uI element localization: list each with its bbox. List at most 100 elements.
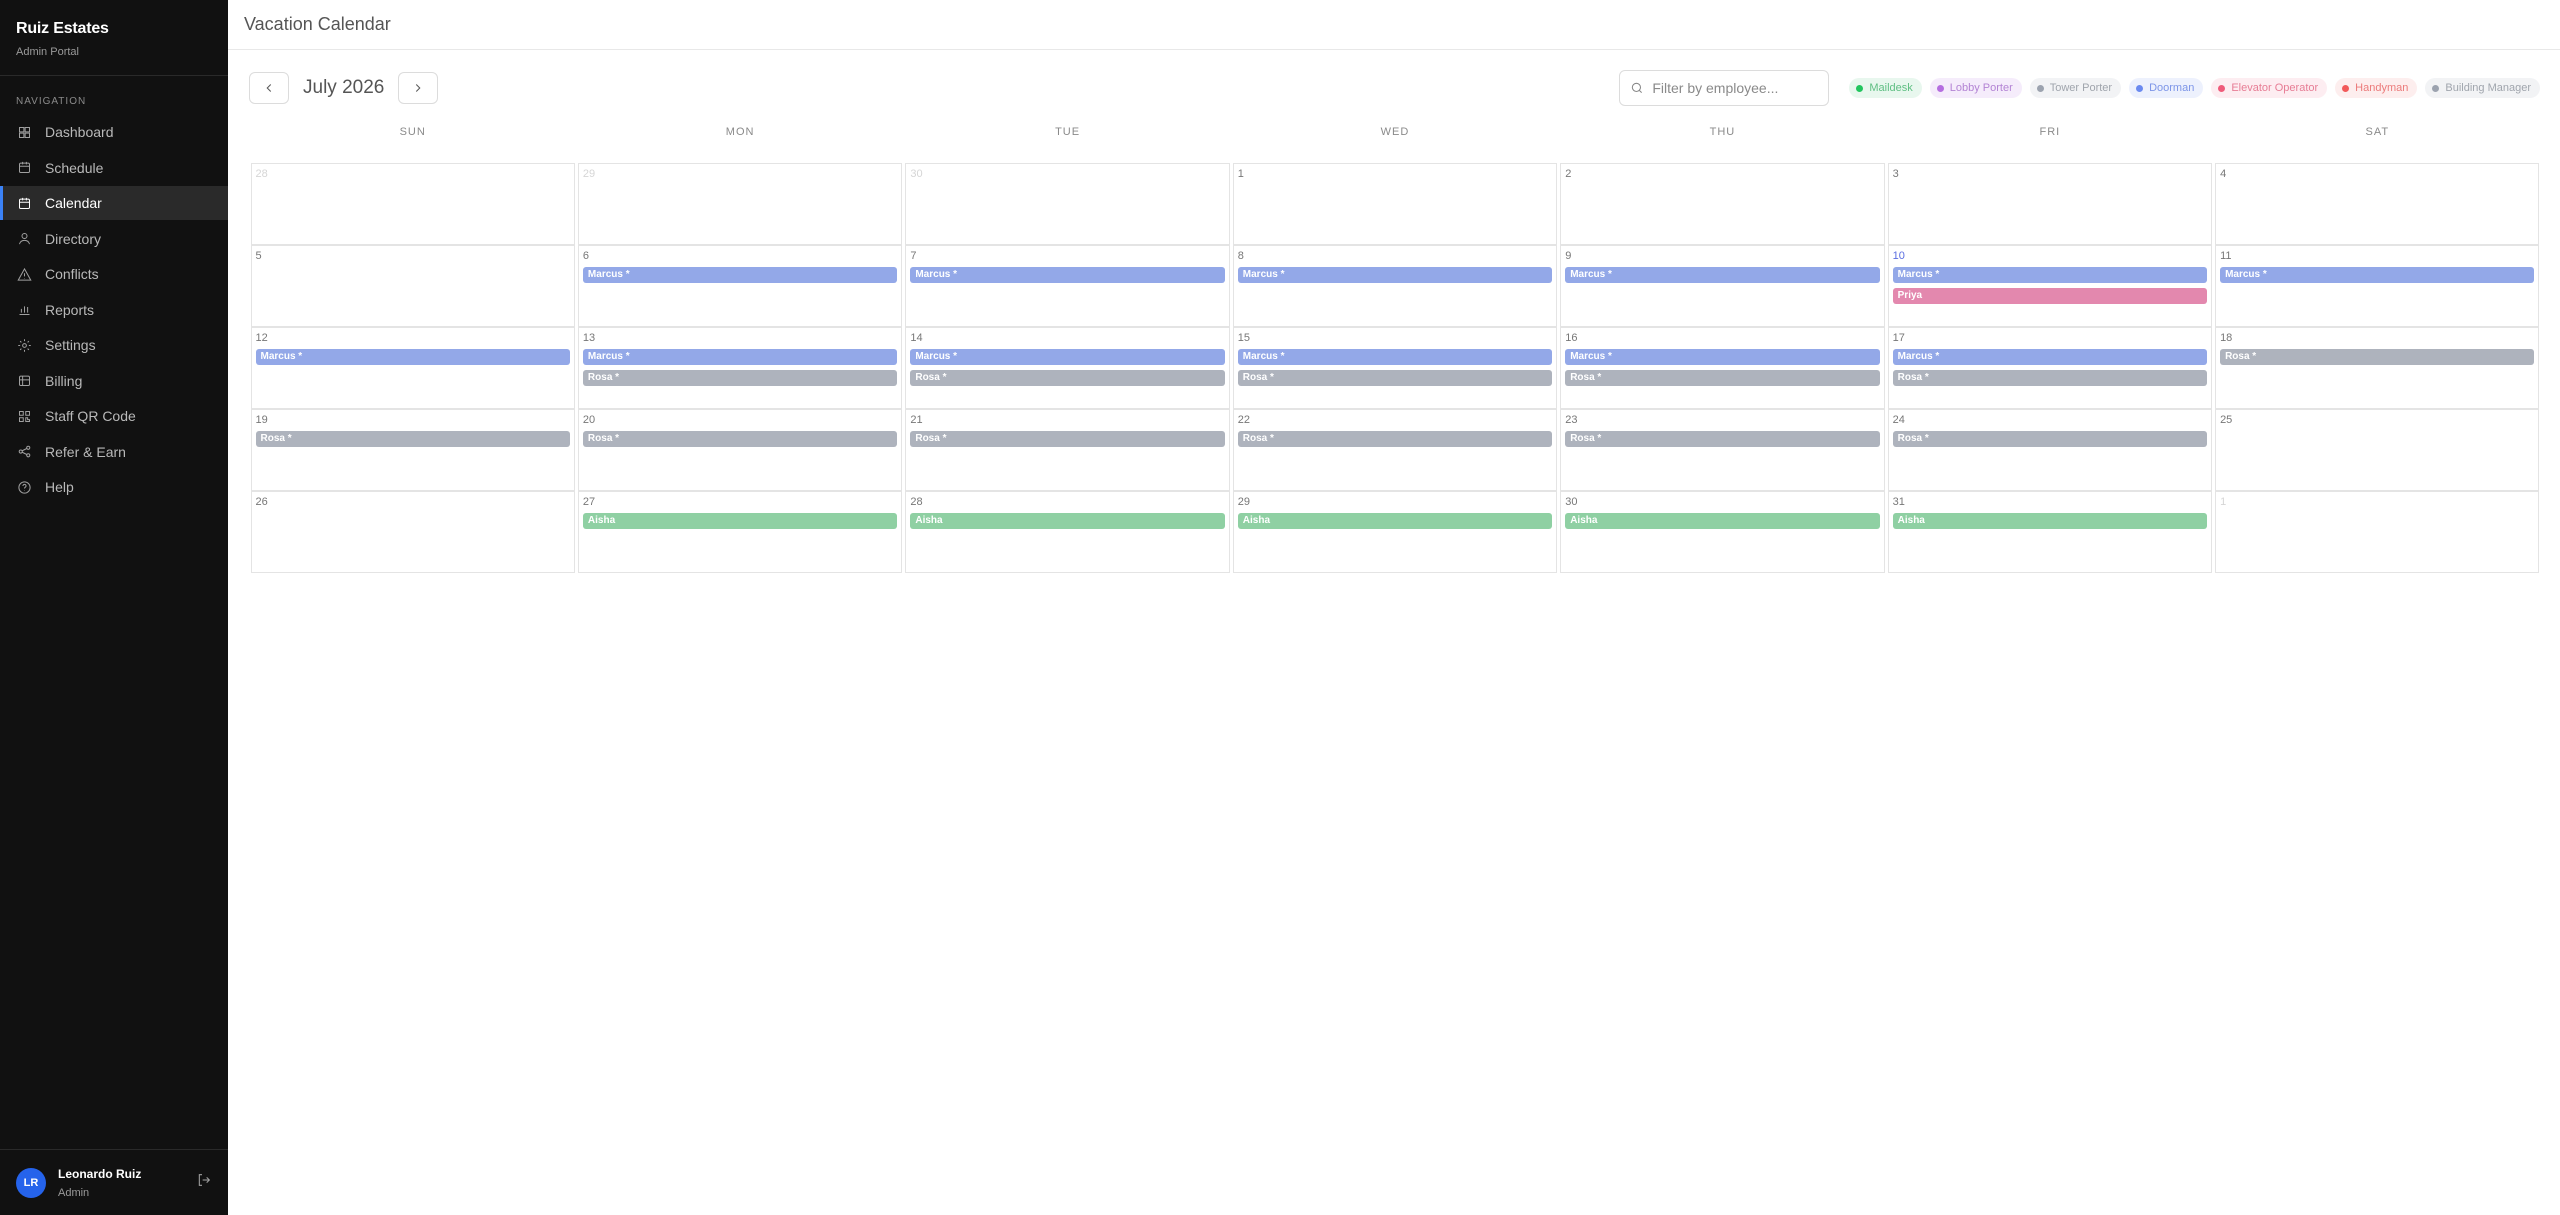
vacation-event[interactable]: Marcus * xyxy=(1892,267,2208,283)
day-cell[interactable]: 3 xyxy=(1887,163,2213,245)
day-cell[interactable]: 11 Marcus * xyxy=(2215,245,2540,327)
sidebar-item-refer-earn[interactable]: Refer & Earn xyxy=(0,435,228,469)
day-cell[interactable]: 8 Marcus * xyxy=(1232,245,1558,327)
legend-chip[interactable]: Maildesk xyxy=(1849,78,1922,98)
day-cell[interactable]: 30 Aisha xyxy=(1560,491,1885,573)
vacation-event[interactable]: Rosa * xyxy=(1892,431,2208,447)
day-cell[interactable]: 29 Aisha xyxy=(1232,491,1558,573)
avatar[interactable]: LR xyxy=(16,1167,46,1198)
sidebar-item-directory[interactable]: Directory xyxy=(0,222,228,256)
share-icon xyxy=(16,444,32,460)
day-cell[interactable]: 20 Rosa * xyxy=(577,409,903,491)
weekday-label: THU xyxy=(1709,126,1736,138)
day-cell[interactable]: 25 xyxy=(2215,409,2540,491)
sidebar-item-help[interactable]: Help xyxy=(0,470,228,504)
day-cell[interactable]: 1 xyxy=(2215,491,2540,573)
sidebar-item-dashboard[interactable]: Dashboard xyxy=(0,115,228,149)
vacation-event[interactable]: Rosa * xyxy=(1892,370,2208,386)
vacation-event[interactable]: Rosa * xyxy=(1237,370,1553,386)
day-cell[interactable]: 7 Marcus * xyxy=(905,245,1230,327)
day-cell[interactable]: 21 Rosa * xyxy=(905,409,1230,491)
vacation-event[interactable]: Aisha xyxy=(1565,513,1880,529)
vacation-event[interactable]: Priya xyxy=(1892,288,2208,304)
sidebar-item-staff-qr-code[interactable]: Staff QR Code xyxy=(0,399,228,433)
vacation-event[interactable]: Rosa * xyxy=(2220,349,2535,365)
day-number: 22 xyxy=(1237,414,1251,426)
day-cell[interactable]: 30 xyxy=(905,163,1230,245)
qr-code-icon xyxy=(16,408,32,424)
legend-chip[interactable]: Elevator Operator xyxy=(2211,78,2328,98)
vacation-event[interactable]: Aisha xyxy=(1892,513,2208,529)
vacation-event[interactable]: Marcus * xyxy=(910,349,1225,365)
prev-month-button[interactable] xyxy=(249,72,289,104)
day-cell[interactable]: 17 Marcus * Rosa * xyxy=(1887,327,2213,409)
vacation-event[interactable]: Rosa * xyxy=(1565,431,1880,447)
day-number: 27 xyxy=(582,496,596,508)
sidebar-item-schedule[interactable]: Schedule xyxy=(0,151,228,185)
vacation-event[interactable]: Marcus * xyxy=(1565,349,1880,365)
vacation-event[interactable]: Marcus * xyxy=(255,349,570,365)
day-cell[interactable]: 27 Aisha xyxy=(577,491,903,573)
sidebar-item-calendar[interactable]: Calendar xyxy=(0,186,228,220)
day-cell[interactable]: 22 Rosa * xyxy=(1232,409,1558,491)
vacation-event[interactable]: Aisha xyxy=(1237,513,1553,529)
vacation-event[interactable]: Marcus * xyxy=(1237,349,1553,365)
day-cell[interactable]: 26 xyxy=(250,491,575,573)
day-cell[interactable]: 5 xyxy=(250,245,575,327)
legend-label: Building Manager xyxy=(2445,82,2531,94)
employee-filter[interactable] xyxy=(1619,70,1830,106)
vacation-event[interactable]: Marcus * xyxy=(2220,267,2535,283)
day-cell[interactable]: 15 Marcus * Rosa * xyxy=(1232,327,1558,409)
day-cell[interactable]: 31 Aisha xyxy=(1887,491,2213,573)
legend-chip[interactable]: Tower Porter xyxy=(2029,78,2122,98)
vacation-event[interactable]: Marcus * xyxy=(582,267,898,283)
sidebar-item-conflicts[interactable]: Conflicts xyxy=(0,257,228,291)
legend-dot xyxy=(2036,84,2044,92)
day-cell[interactable]: 19 Rosa * xyxy=(250,409,575,491)
day-cell[interactable]: 28 Aisha xyxy=(905,491,1230,573)
legend-chip[interactable]: Doorman xyxy=(2129,78,2204,98)
vacation-event[interactable]: Marcus * xyxy=(1892,349,2208,365)
day-cell[interactable]: 23 Rosa * xyxy=(1560,409,1885,491)
day-number: 1 xyxy=(2220,496,2227,508)
vacation-event[interactable]: Rosa * xyxy=(1565,370,1880,386)
day-cell[interactable]: 18 Rosa * xyxy=(2215,327,2540,409)
legend-chip[interactable]: Lobby Porter xyxy=(1929,78,2022,98)
logout-icon[interactable] xyxy=(196,1172,212,1193)
sidebar-item-billing[interactable]: Billing xyxy=(0,364,228,398)
vacation-event[interactable]: Rosa * xyxy=(582,370,898,386)
vacation-event[interactable]: Marcus * xyxy=(582,349,898,365)
sidebar-item-reports[interactable]: Reports xyxy=(0,293,228,327)
vacation-event[interactable]: Rosa * xyxy=(1237,431,1553,447)
day-number: 23 xyxy=(1565,414,1578,426)
vacation-event[interactable]: Rosa * xyxy=(910,431,1225,447)
vacation-event[interactable]: Rosa * xyxy=(582,431,898,447)
day-cell[interactable]: 28 xyxy=(250,163,575,245)
vacation-event[interactable]: Rosa * xyxy=(255,431,570,447)
legend-chip[interactable]: Building Manager xyxy=(2425,78,2540,98)
vacation-event[interactable]: Aisha xyxy=(910,513,1225,529)
employee-filter-input[interactable] xyxy=(1652,80,1813,96)
next-month-button[interactable] xyxy=(398,72,439,104)
vacation-event[interactable]: Rosa * xyxy=(910,370,1225,386)
vacation-event[interactable]: Marcus * xyxy=(1237,267,1553,283)
day-cell[interactable]: 6 Marcus * xyxy=(577,245,903,327)
day-cell[interactable]: 12 Marcus * xyxy=(250,327,575,409)
day-cell[interactable]: 13 Marcus * Rosa * xyxy=(577,327,903,409)
vacation-event[interactable]: Marcus * xyxy=(910,267,1225,283)
day-cell[interactable]: 24 Rosa * xyxy=(1887,409,2213,491)
day-cell[interactable]: 2 xyxy=(1560,163,1885,245)
day-cell[interactable]: 14 Marcus * Rosa * xyxy=(905,327,1230,409)
legend-chip[interactable]: Handyman xyxy=(2335,78,2418,98)
vacation-event[interactable]: Marcus * xyxy=(1565,267,1880,283)
sidebar-item-settings[interactable]: Settings xyxy=(0,328,228,362)
day-cell[interactable]: 1 xyxy=(1232,163,1558,245)
vacation-event[interactable]: Aisha xyxy=(582,513,898,529)
day-cell[interactable]: 29 xyxy=(577,163,903,245)
day-cell[interactable]: 4 xyxy=(2215,163,2540,245)
legend-dot xyxy=(1936,84,1944,92)
day-cell[interactable]: 9 Marcus * xyxy=(1560,245,1885,327)
day-cell[interactable]: 16 Marcus * Rosa * xyxy=(1560,327,1885,409)
day-cell[interactable]: 10 Marcus * Priya xyxy=(1887,245,2213,327)
legend-label: Tower Porter xyxy=(2049,82,2113,94)
